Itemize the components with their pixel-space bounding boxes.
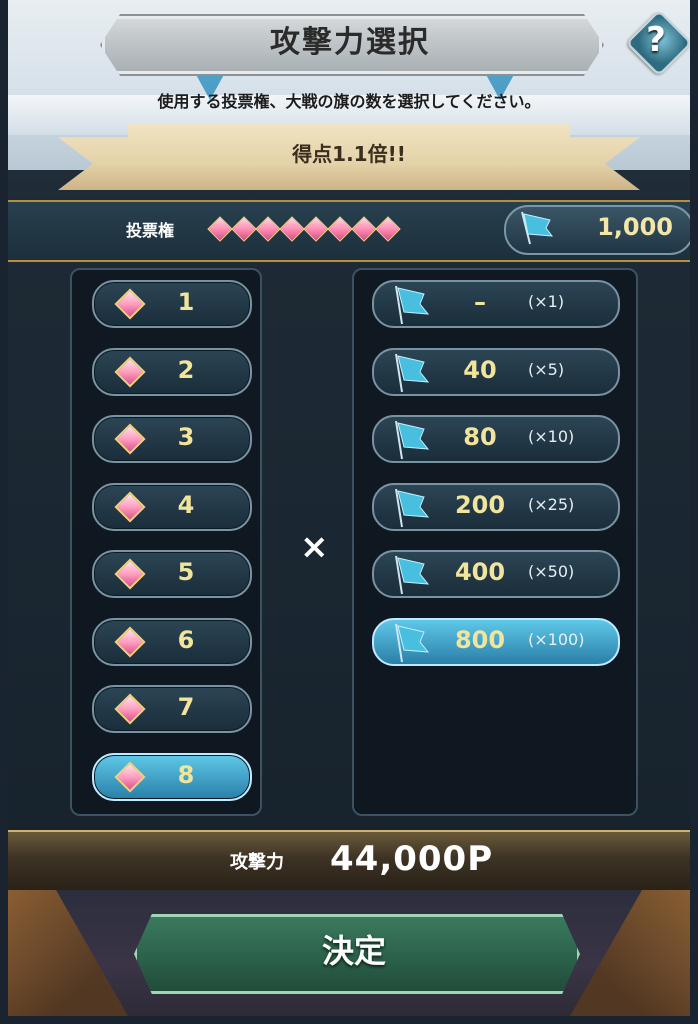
vote-gems [208, 217, 398, 239]
vote-option-label: 5 [177, 558, 195, 586]
flag-option-value: – [474, 288, 486, 316]
vote-gem-icon [114, 558, 142, 586]
bonus-text: 得点1.1倍!! [292, 142, 406, 166]
flag-count: 1,000 [597, 213, 673, 241]
vote-option-label: 6 [177, 625, 195, 654]
flag-icon [388, 485, 432, 529]
vote-option-label: 3 [177, 423, 195, 451]
vote-gem-icon [114, 626, 142, 654]
vote-option-label: 4 [177, 490, 195, 519]
vote-gem-icon [114, 356, 142, 384]
vote-gem-icon [352, 217, 374, 239]
vote-gem-icon [280, 217, 302, 239]
help-icon[interactable]: ? [626, 10, 686, 70]
vote-gem-icon [208, 217, 230, 239]
flag-icon [388, 350, 432, 394]
attack-value: 44,000P [330, 839, 494, 879]
flag-option-value: 200 [454, 490, 506, 519]
vote-gem-icon [114, 761, 142, 789]
flag-icon [388, 552, 432, 596]
flag-option-value: 80 [463, 423, 497, 451]
flag-option-multiplier: (×1) [528, 292, 565, 311]
vote-gem-icon [114, 693, 142, 721]
vote-gem-icon [232, 217, 254, 239]
vote-option-label: 2 [177, 355, 195, 384]
vote-gem-icon [256, 217, 278, 239]
flag-icon [388, 282, 432, 326]
instruction-text: 使用する投票権、大戦の旗の数を選択してください。 [157, 92, 541, 111]
vote-gem-icon [328, 217, 350, 239]
vote-gem-icon [114, 491, 142, 519]
flag-option-value: 40 [463, 355, 497, 384]
flag-option-multiplier: (×100) [528, 629, 585, 649]
vote-gem-icon [114, 423, 142, 451]
flag-option-multiplier: (×5) [528, 359, 565, 379]
vote-gem-icon [376, 217, 398, 239]
decide-button-label[interactable]: 決定 [134, 914, 574, 988]
flag-option-multiplier: (×50) [528, 562, 575, 581]
vote-gem-icon [304, 217, 326, 239]
flag-option-multiplier: (×25) [528, 494, 575, 514]
vote-option-label: 1 [177, 288, 195, 316]
game-window: 攻撃力選択 ? 使用する投票権、大戦の旗の数を選択してください。 得点1.1倍!… [8, 0, 690, 1016]
multiply-symbol: × [300, 527, 329, 567]
flag-option-multiplier: (×10) [528, 427, 575, 446]
vote-option-label: 7 [177, 693, 195, 721]
attack-label: 攻撃力 [230, 852, 284, 873]
vote-option-label: 8 [177, 760, 195, 789]
flag-icon [388, 417, 432, 461]
flag-option-value: 400 [454, 558, 506, 586]
flag-option-value: 800 [454, 625, 506, 654]
vote-gem-icon [114, 288, 142, 316]
flag-icon [388, 620, 432, 664]
flag-icon [516, 210, 556, 246]
vote-label: 投票権 [126, 221, 175, 240]
page-title: 攻撃力選択 [270, 25, 430, 60]
